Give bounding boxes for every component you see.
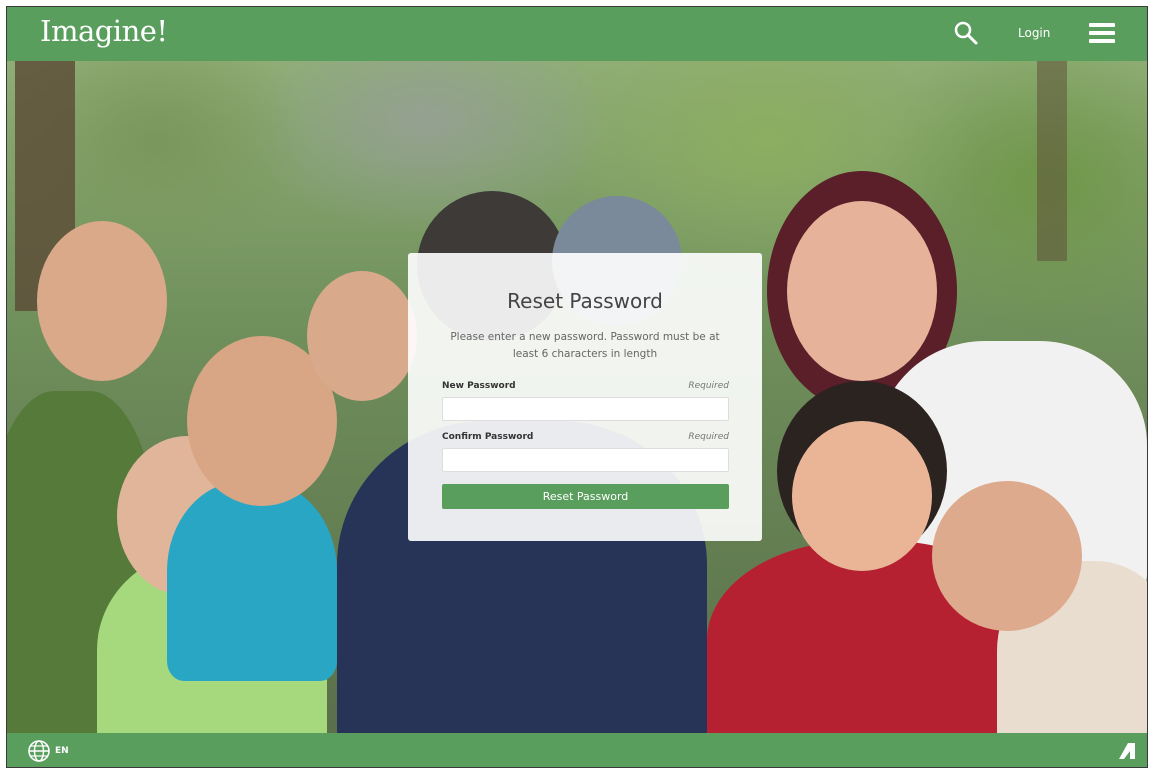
search-icon	[954, 21, 978, 45]
language-selector[interactable]: EN	[27, 739, 69, 763]
brand-logo-icon[interactable]	[1118, 742, 1136, 760]
person-shape	[932, 481, 1082, 631]
person-shape	[307, 271, 417, 401]
confirm-password-label: Confirm Password	[442, 432, 534, 442]
menu-button[interactable]	[1089, 23, 1115, 43]
login-link[interactable]: Login	[1018, 26, 1050, 40]
new-password-input[interactable]	[442, 397, 729, 421]
top-header: Imagine! Login	[7, 7, 1147, 62]
panel-title: Reset Password	[507, 289, 663, 313]
reset-password-panel: Reset Password Please enter a new passwo…	[408, 253, 762, 541]
reset-password-button[interactable]: Reset Password	[442, 484, 729, 509]
confirm-password-input[interactable]	[442, 448, 729, 472]
language-code: EN	[55, 746, 69, 756]
tree-trunk	[1037, 61, 1067, 261]
confirm-password-required: Required	[688, 432, 729, 442]
person-shape	[37, 221, 167, 381]
person-shape	[787, 201, 937, 381]
bottom-footer: EN	[7, 733, 1147, 767]
search-button[interactable]	[953, 20, 979, 46]
hero-photo: Reset Password Please enter a new passwo…	[7, 61, 1147, 733]
page-frame: Imagine! Login Reset Password Please ent…	[6, 6, 1148, 768]
site-logo[interactable]: Imagine!	[40, 14, 168, 48]
person-shape	[167, 481, 337, 681]
new-password-required: Required	[688, 381, 729, 391]
globe-icon	[28, 740, 50, 762]
new-password-label: New Password	[442, 381, 516, 391]
panel-description: Please enter a new password. Password mu…	[450, 331, 720, 360]
person-shape	[792, 421, 932, 571]
